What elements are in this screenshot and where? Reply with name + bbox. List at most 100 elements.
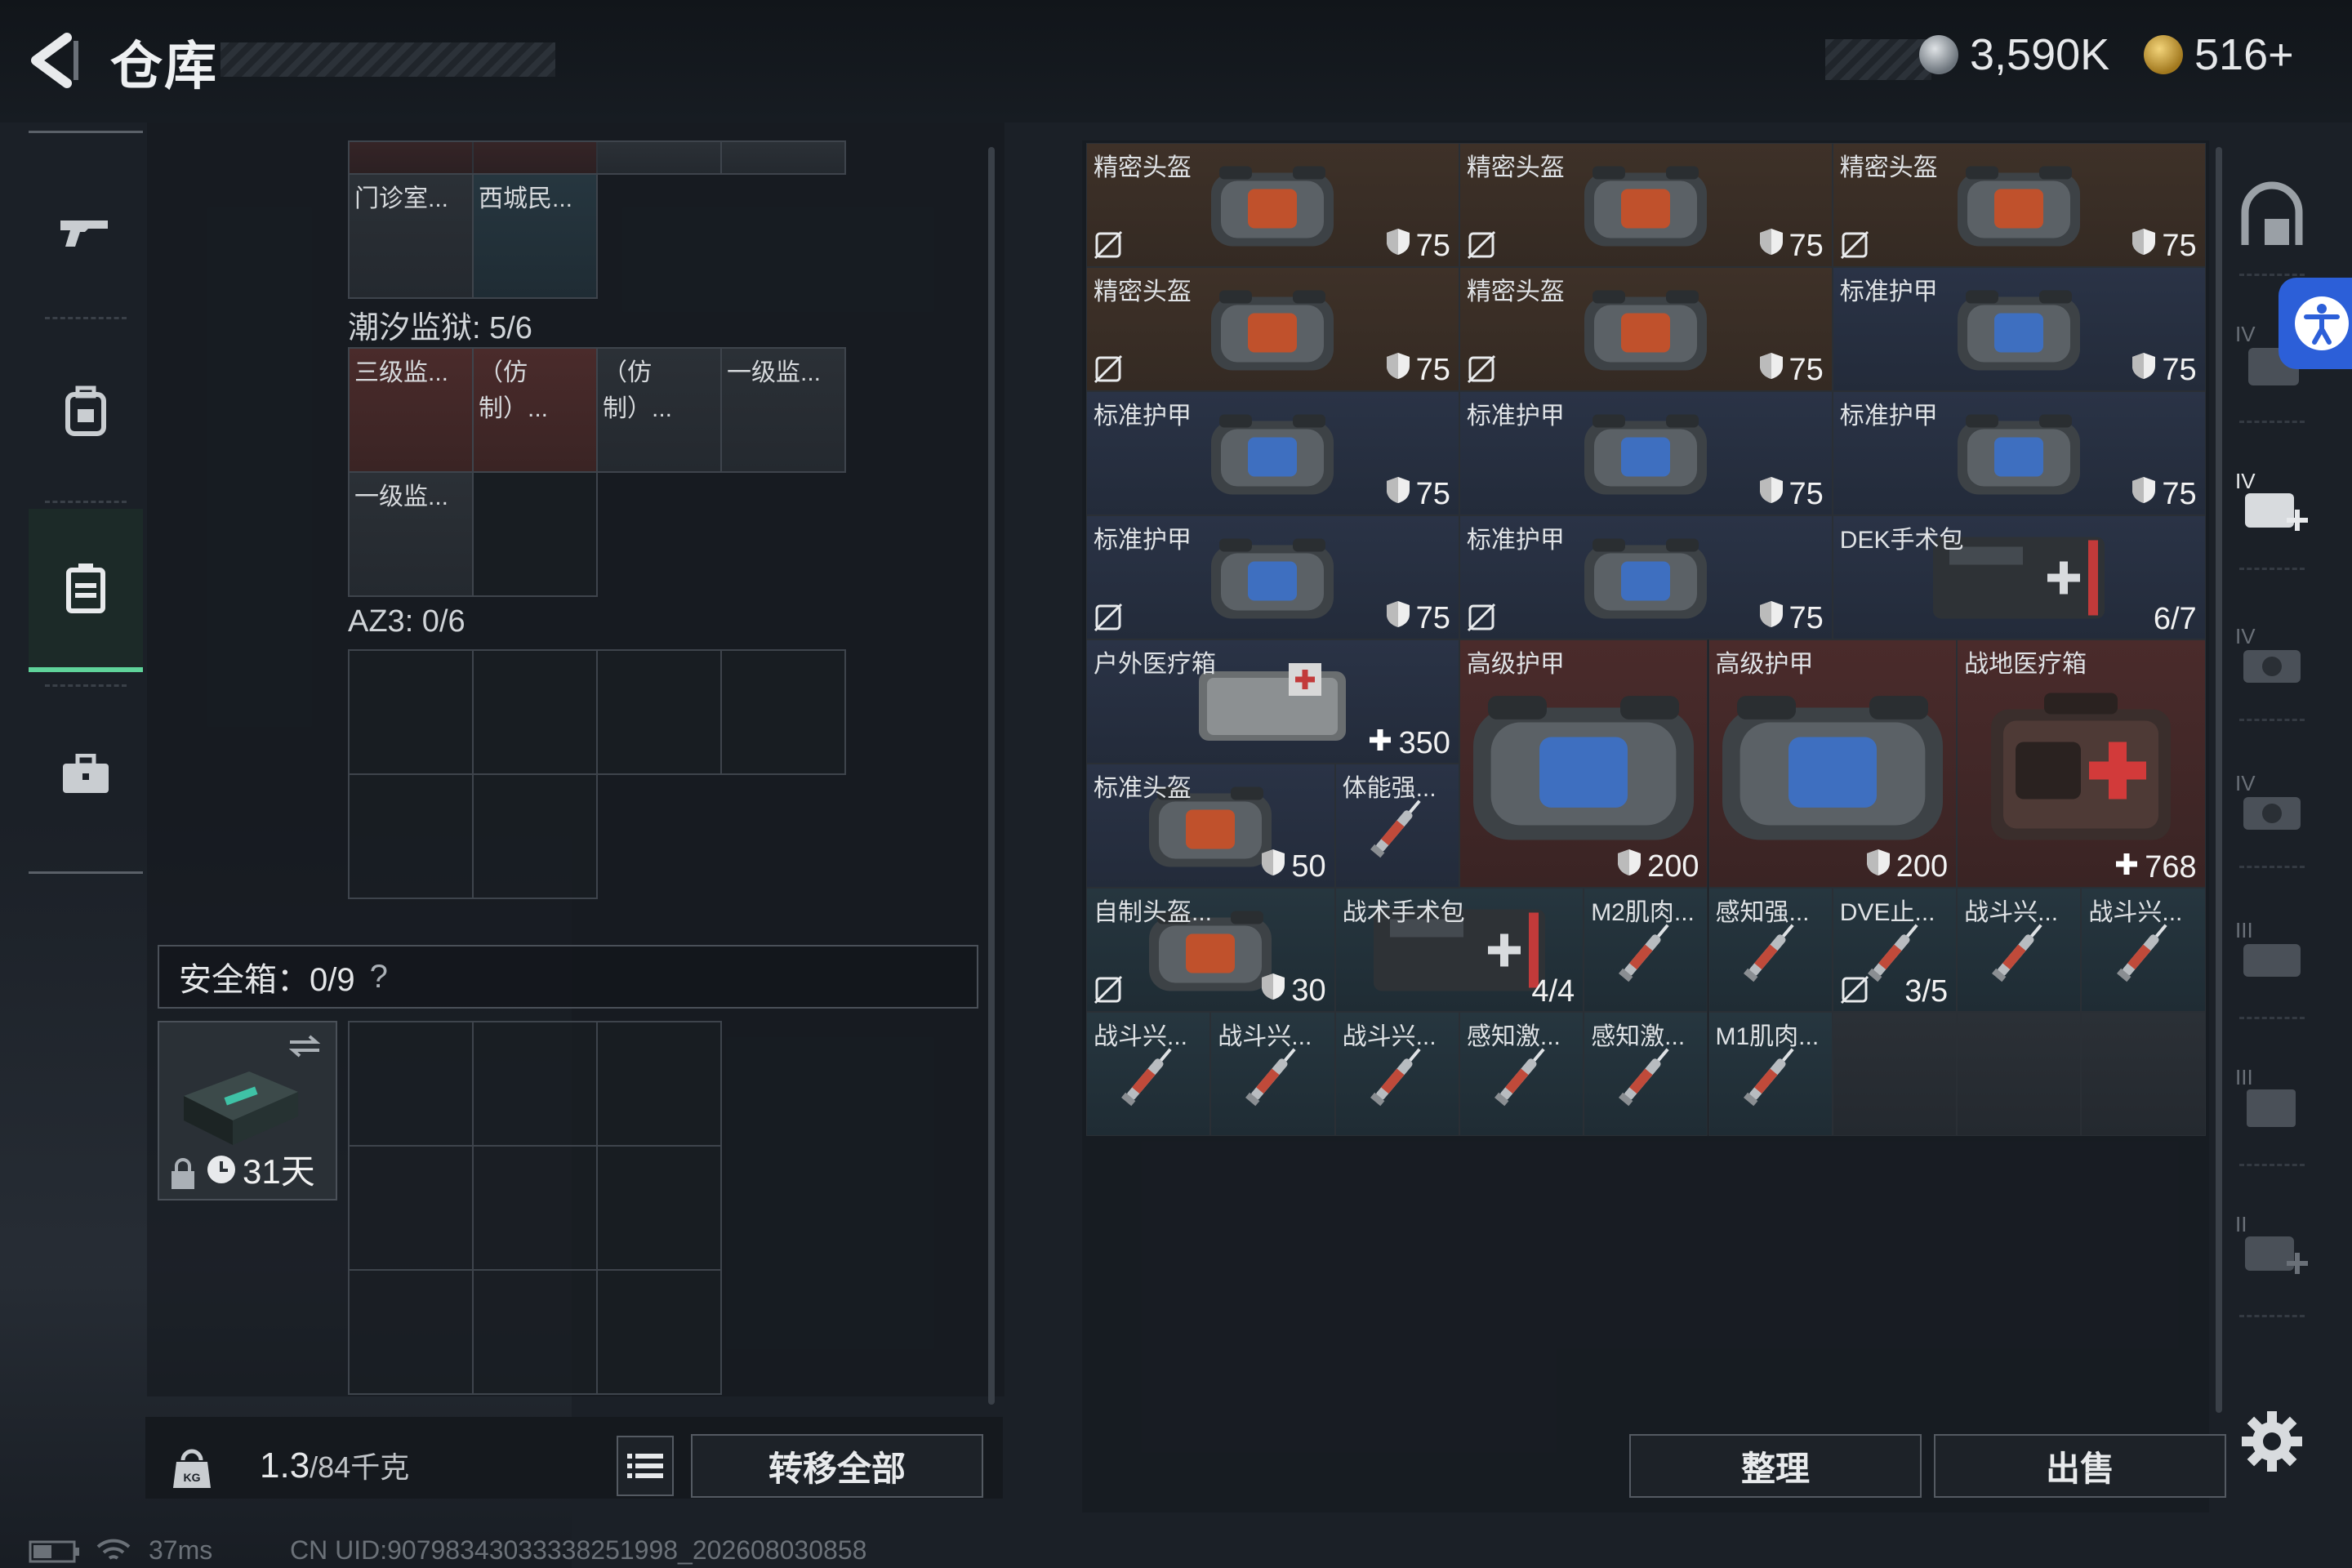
nav-backpack[interactable] [29,329,143,492]
stash-empty-cell[interactable] [1832,1012,1958,1136]
helmet-image [1949,157,2088,259]
grid-item[interactable]: 一级监... [350,473,474,597]
stash-item[interactable]: 战斗兴... [1957,888,2082,1012]
page-title: 仓库 [110,37,218,96]
accessibility-icon [2295,296,2349,350]
stash-item[interactable]: 户外医疗箱 350 [1086,639,1459,764]
back-arrow-icon[interactable] [24,31,90,90]
stash-item[interactable]: DVE止... 3/5 [1832,888,1958,1012]
stash-item[interactable]: 体能强... [1334,764,1459,888]
stash-item[interactable]: 感知激... [1584,1012,1708,1136]
section-label-prison: 潮汐监狱: 5/6 [348,311,532,345]
helmet-image [1576,157,1715,259]
stash-item[interactable]: 精密头盔 75 [1086,267,1459,391]
left-nav [29,131,143,874]
sort-button[interactable]: 整理 [1629,1434,1922,1498]
armor-shield-icon [2131,351,2157,389]
stash-item-value: 6/7 [2153,602,2197,636]
safe-box-bar: 安全箱：0/9 ? [158,945,978,1009]
stash-item[interactable]: 战斗兴... [1210,1012,1335,1136]
helmet-image [1203,157,1342,259]
tier3-ammo-icon[interactable]: III [2235,915,2309,988]
stash-item[interactable]: 高级护甲 200 [1708,639,1958,888]
nav-briefcase[interactable] [29,693,143,856]
stash-grid: 精密头盔 75 精密头盔 75 精密头盔 75 精密头盔 75 精密头盔 75 标准护甲 75 标准护甲… [1086,143,2206,1139]
stash-item[interactable]: 标准护甲 75 [1832,391,2206,515]
gun-icon [60,220,108,247]
stash-item[interactable]: 精密头盔 75 [1832,143,2206,267]
stash-item-name: 精密头盔 [1466,154,1565,181]
stash-item[interactable]: DEK手术包 6/7 [1832,515,2206,639]
stash-item[interactable]: 自制头盔... 30 [1086,888,1335,1012]
stash-item[interactable]: 感知激... [1459,1012,1584,1136]
safe-box-item[interactable]: 31天 [158,1021,337,1200]
stash-item[interactable]: 标准护甲 75 [1832,267,2206,391]
stash-item[interactable]: 战斗兴... [1334,1012,1459,1136]
wifi-icon [96,1539,131,1560]
grid-item[interactable]: 西城民... [474,175,598,299]
stash-item[interactable]: 标准护甲 75 [1086,515,1459,639]
no-sell-icon [1094,354,1123,384]
stash-item-name: 战斗兴... [1094,1023,1188,1050]
stash-item[interactable]: M1肌肉... [1708,1012,1833,1136]
grid-item[interactable]: 三级监... [350,349,474,473]
armor-shield-icon [1260,848,1286,885]
stash-item[interactable]: 标准头盔 50 [1086,764,1335,888]
svg-text:IV: IV [2235,322,2256,346]
tier4-case-icon[interactable]: IV [2235,768,2309,841]
grid-item[interactable]: 一级监... [722,349,846,473]
armor-shield-icon [1758,351,1784,389]
stash-item-name: 感知激... [1466,1023,1561,1050]
stash-item-value: 768 [2114,850,2197,885]
stash-item[interactable]: 标准护甲 75 [1459,515,1833,639]
grid-item[interactable]: （仿制）... [598,349,722,473]
stash-item-value: 75 [1385,599,1450,637]
accessibility-button[interactable] [2278,278,2352,369]
armor-shield-icon [1616,848,1642,885]
stash-item[interactable]: 高级护甲 200 [1459,639,1708,888]
nav-weapons[interactable] [29,149,143,313]
currency-triangle[interactable]: 516+ [2144,29,2294,80]
stash-empty-cell[interactable] [1957,1012,2082,1136]
stash-item[interactable]: 战地医疗箱 768 [1957,639,2206,888]
currency-coins[interactable]: 3,590K [1919,29,2109,80]
stash-item-name: 标准护甲 [1839,403,1938,430]
container-scrollbar[interactable] [988,147,995,1405]
tier4-ammo-icon[interactable]: IV [2235,621,2309,694]
helmet-image [1576,281,1715,383]
sell-button[interactable]: 出售 [1934,1434,2226,1498]
stash-item[interactable]: 精密头盔 75 [1459,143,1833,267]
stash-item-value: 75 [1385,351,1450,389]
helmet-image [1203,281,1342,383]
tier3-medkit-icon[interactable]: II [2235,1209,2309,1282]
backpack-icon [65,385,106,436]
stash-scrollbar[interactable] [2216,147,2222,1413]
stash-item-name: M1肌肉... [1715,1023,1820,1050]
stash-item[interactable]: 标准护甲 75 [1459,391,1833,515]
stash-item[interactable]: M2肌肉... [1584,888,1708,1012]
arch-icon[interactable] [2235,180,2309,253]
tier3-case-icon[interactable]: III [2235,1062,2309,1135]
stash-empty-cell[interactable] [2081,1012,2206,1136]
transfer-all-button[interactable]: 转移全部 [691,1434,983,1498]
grid-item[interactable]: （仿制）... [474,349,598,473]
stash-item[interactable]: 战术手术包 4/4 [1334,888,1584,1012]
help-icon[interactable]: ? [370,959,388,996]
stash-item[interactable]: 战斗兴... [2081,888,2206,1012]
stash-item-value: 3/5 [1904,974,1949,1009]
no-sell-icon [1467,354,1496,384]
swap-icon[interactable] [287,1034,323,1058]
stash-item[interactable]: 战斗兴... [1086,1012,1211,1136]
stash-item-value: 75 [2131,351,2197,389]
no-sell-icon [1840,230,1869,260]
settings-gear-icon[interactable] [2235,1405,2309,1478]
grid-item[interactable]: 门诊室... [350,175,474,299]
stash-item[interactable]: 感知强... [1708,888,1833,1012]
stash-item[interactable]: 精密头盔 75 [1459,267,1833,391]
stash-item[interactable]: 精密头盔 75 [1086,143,1459,267]
nav-storage[interactable] [29,509,143,672]
tier4-medkit-icon[interactable]: IV [2235,466,2309,539]
stash-item[interactable]: 标准护甲 75 [1086,391,1459,515]
stash-item-name: 标准护甲 [1466,527,1565,554]
list-view-button[interactable] [617,1436,674,1496]
